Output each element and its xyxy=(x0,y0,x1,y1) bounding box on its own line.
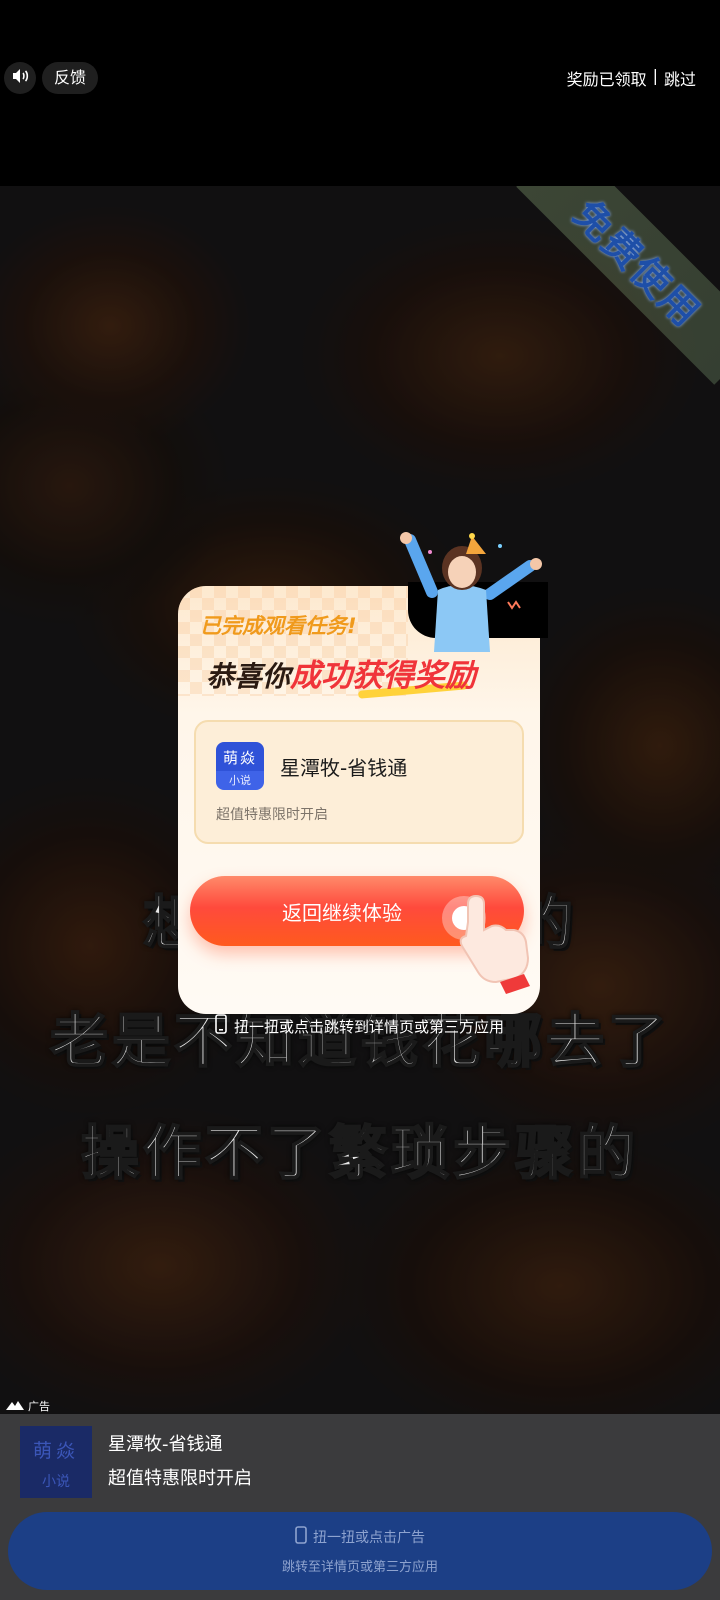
ad-cta-button[interactable]: 扭一扭或点击广告 跳转至详情页或第三方应用 xyxy=(8,1512,712,1590)
ad-app-icon: 萌焱 小说 xyxy=(20,1426,92,1498)
app-icon-top-text: 萌焱 xyxy=(222,749,257,767)
congrats-prefix: 恭喜你 xyxy=(206,660,291,693)
ad-icon-top-text: 萌焱 xyxy=(32,1440,79,1462)
video-caption-3: 操作不了繁琐步骤的 xyxy=(80,1118,639,1188)
app-description: 超值特惠限时开启 xyxy=(216,807,328,823)
skip-button[interactable]: 跳过 xyxy=(664,66,696,90)
reward-skip-group: 奖励已领取 | 跳过 xyxy=(567,66,696,90)
shake-hint-text: 扭一扭或点击跳转到详情页或第三方应用 xyxy=(234,1017,505,1036)
app-icon-bottom-text: 小说 xyxy=(229,774,251,787)
pointing-hand-icon xyxy=(442,894,530,994)
congrats-highlight: 成功获得奖励 xyxy=(290,658,477,694)
ad-app-name: 星潭牧-省钱通 xyxy=(108,1434,223,1455)
feedback-button[interactable]: 反馈 xyxy=(42,62,99,94)
top-bar: 反馈 奖励已领取 | 跳过 xyxy=(0,0,720,186)
app-icon: 萌焱 小说 xyxy=(216,742,264,790)
phone-icon xyxy=(214,1014,228,1038)
sound-toggle-button[interactable] xyxy=(4,62,36,94)
ad-label: 广告 xyxy=(6,1398,50,1414)
ad-app-description: 超值特惠限时开启 xyxy=(108,1468,252,1489)
app-info-box[interactable]: 萌焱 小说 星潭牧-省钱通 超值特惠限时开启 xyxy=(194,720,524,844)
task-done-text: 已完成观看任务! xyxy=(200,614,357,638)
reward-status-text: 奖励已领取 xyxy=(566,70,647,89)
app-name: 星潭牧-省钱通 xyxy=(280,756,408,780)
return-button-label: 返回继续体验 xyxy=(282,900,402,925)
celebrating-girl-icon xyxy=(400,532,542,652)
ad-label-text: 广告 xyxy=(28,1400,50,1413)
congrats-title: 恭喜你成功获得奖励 xyxy=(206,650,476,695)
ad-icon-bottom-text: 小说 xyxy=(42,1474,70,1490)
shake-hint: 扭一扭或点击跳转到详情页或第三方应用 xyxy=(214,1014,504,1038)
mountain-logo-icon xyxy=(6,1400,24,1413)
bottom-ad-banner[interactable]: 萌焱 小说 星潭牧-省钱通 超值特惠限时开启 扭一扭或点击广告 跳转至详情页或第… xyxy=(0,1414,720,1600)
reward-popup: 已完成观看任务! 恭喜你成功获得奖励 萌焱 小说 星潭牧-省钱通 超值特惠限时开… xyxy=(178,532,548,1014)
speaker-icon xyxy=(10,66,30,90)
separator: | xyxy=(652,66,658,85)
ad-cta-line1: 扭一扭或点击广告 xyxy=(8,1526,712,1548)
ad-cta-line2: 跳转至详情页或第三方应用 xyxy=(281,1560,438,1575)
ad-cta-line1-text: 扭一扭或点击广告 xyxy=(313,1530,425,1546)
phone-icon xyxy=(295,1526,307,1548)
